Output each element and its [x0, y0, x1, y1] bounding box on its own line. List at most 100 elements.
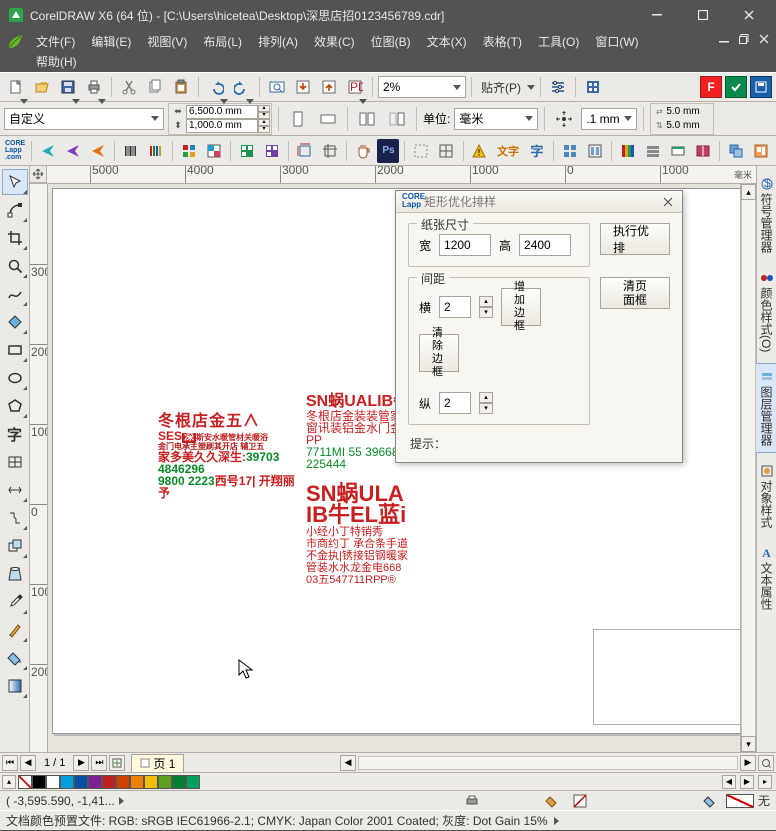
minimize-button[interactable]: [634, 0, 680, 30]
paper-width-field[interactable]: 1200: [439, 234, 491, 256]
eyedropper-tool[interactable]: [2, 589, 28, 615]
panel-titlebar[interactable]: CORELapp 矩形优化排样: [396, 191, 682, 213]
page-add-button[interactable]: [109, 755, 125, 771]
mdi-restore-icon[interactable]: [736, 32, 752, 46]
vertical-scrollbar[interactable]: ▴ ▾: [740, 184, 756, 752]
status-fill-swatch[interactable]: [726, 794, 754, 808]
paste-button[interactable]: [169, 75, 193, 99]
clear-border-button[interactable]: 清除 边框: [419, 334, 459, 372]
export-button[interactable]: [317, 75, 341, 99]
artwork-block-1[interactable]: 冬根店金五∧ SES深斯安水暖管材关暖浴 金门电承主塑刷其开店 辅卫五 家多美久…: [158, 414, 298, 499]
status-fill-icon[interactable]: [544, 793, 560, 809]
page-prev-button[interactable]: ◀: [20, 755, 36, 771]
import-button[interactable]: [291, 75, 315, 99]
plugin-rainbow-icon[interactable]: [617, 139, 639, 163]
scroll-down-button[interactable]: ▾: [741, 736, 756, 752]
run-nesting-button[interactable]: 执行优排: [600, 223, 670, 255]
menu-effects[interactable]: 效果(C): [306, 32, 363, 52]
palette-up-button[interactable]: ▴: [2, 775, 16, 789]
rectangle-tool[interactable]: [2, 337, 28, 363]
status-print-icon[interactable]: [464, 793, 480, 809]
hscroll-right[interactable]: ▶: [740, 755, 756, 771]
spacing-h-spinner[interactable]: ▴▾: [479, 296, 493, 318]
add-border-button[interactable]: 增加 边框: [501, 288, 541, 326]
zoom-tool[interactable]: [2, 253, 28, 279]
plugin-ps-icon[interactable]: Ps: [377, 139, 399, 163]
scroll-up-button[interactable]: ▴: [741, 184, 756, 200]
polygon-tool[interactable]: [2, 393, 28, 419]
nesting-panel[interactable]: CORELapp 矩形优化排样 纸张尺寸 宽 1200 高 2400 执行优排 …: [395, 190, 683, 463]
page-height-field[interactable]: 1,000.0 mm: [186, 119, 258, 133]
menu-table[interactable]: 表格(T): [475, 32, 530, 52]
menu-tools[interactable]: 工具(O): [530, 32, 587, 52]
menu-window[interactable]: 窗口(W): [587, 32, 646, 52]
swatch-5[interactable]: [102, 775, 116, 789]
height-spinner[interactable]: ▴▾: [258, 119, 270, 133]
page-preset-combo[interactable]: 自定义: [4, 108, 164, 130]
swatch-0[interactable]: [32, 775, 46, 789]
plugin-send-orange-icon[interactable]: [87, 139, 109, 163]
navigator-button[interactable]: [758, 755, 774, 771]
swatch-1[interactable]: [46, 775, 60, 789]
page-first-button[interactable]: ⏮: [2, 755, 18, 771]
plugin-green-icon[interactable]: [725, 76, 747, 98]
page-tab-1[interactable]: 页 1: [131, 754, 184, 772]
spacing-v-field[interactable]: 2: [439, 392, 471, 414]
plugin-red-f-icon[interactable]: F: [700, 76, 722, 98]
crop-tool[interactable]: [2, 225, 28, 251]
plugin-grid-icon[interactable]: [435, 139, 457, 163]
plugin-barcode-color-icon[interactable]: [145, 139, 167, 163]
plugin-barcode-dark-icon[interactable]: [120, 139, 142, 163]
plugin-palette-icon[interactable]: [178, 139, 200, 163]
table-tool[interactable]: [2, 449, 28, 475]
panel-close-button[interactable]: [660, 194, 676, 210]
open-button[interactable]: [30, 75, 54, 99]
print-button[interactable]: [82, 75, 106, 99]
cut-button[interactable]: [117, 75, 141, 99]
menu-view[interactable]: 视图(V): [139, 32, 195, 52]
dup-y-field[interactable]: 5.0 mm: [666, 119, 712, 133]
artwork-block-3[interactable]: SN蜗ULA IB牛EL蓝i 小经小丁特销秀 市商约丁 承合条手道 不金执|锈接…: [306, 484, 456, 586]
new-button[interactable]: [4, 75, 28, 99]
coords-expand-icon[interactable]: [119, 797, 124, 805]
palette-right-button[interactable]: ▶: [740, 775, 754, 789]
plugin-tile-icon[interactable]: [559, 139, 581, 163]
landscape-button[interactable]: [315, 106, 341, 132]
plugin-book-icon[interactable]: [692, 139, 714, 163]
docker-text-properties[interactable]: A文本属性: [755, 539, 776, 617]
plugin-dims-icon[interactable]: [294, 139, 316, 163]
width-spinner[interactable]: ▴▾: [258, 105, 270, 119]
plugin-placeholder-icon[interactable]: [410, 139, 432, 163]
connector-tool[interactable]: [2, 505, 28, 531]
portrait-button[interactable]: [285, 106, 311, 132]
spacing-v-spinner[interactable]: ▴▾: [479, 392, 493, 414]
current-page-button[interactable]: [384, 106, 410, 132]
clear-pageframe-button[interactable]: 清页 面框: [600, 277, 670, 309]
effects-tool[interactable]: [2, 533, 28, 559]
dimension-tool[interactable]: [2, 477, 28, 503]
menu-edit[interactable]: 编辑(E): [83, 32, 139, 52]
interactive-fill-tool[interactable]: [2, 673, 28, 699]
plugin-logo-icon[interactable]: CORELapp.com: [4, 139, 26, 163]
swatch-3[interactable]: [74, 775, 88, 789]
swatch-11[interactable]: [186, 775, 200, 789]
plugin-blue-save-icon[interactable]: [750, 76, 772, 98]
menu-text[interactable]: 文本(X): [419, 32, 475, 52]
undo-button[interactable]: [204, 75, 228, 99]
plugin-send-cyan-icon[interactable]: [37, 139, 59, 163]
plugin-send-purple-icon[interactable]: [62, 139, 84, 163]
fill-tool[interactable]: [2, 645, 28, 671]
profile-expand-icon[interactable]: [554, 817, 559, 825]
docker-symbol-manager[interactable]: $符号管理器: [755, 170, 776, 260]
swatch-6[interactable]: [116, 775, 130, 789]
paper-height-field[interactable]: 2400: [519, 234, 571, 256]
zoom-combo[interactable]: 2%: [378, 76, 466, 98]
horizontal-scrollbar[interactable]: ◀ ▶: [340, 755, 774, 771]
pick-tool[interactable]: [2, 169, 28, 195]
docker-color-styles[interactable]: 颜色样式(O): [755, 264, 776, 359]
all-pages-button[interactable]: [354, 106, 380, 132]
palette-menu-button[interactable]: ▸: [758, 775, 772, 789]
menu-layout[interactable]: 布局(L): [195, 32, 250, 52]
nudge-field[interactable]: .1 mm: [581, 108, 637, 130]
plugin-qr-green-icon[interactable]: [236, 139, 258, 163]
